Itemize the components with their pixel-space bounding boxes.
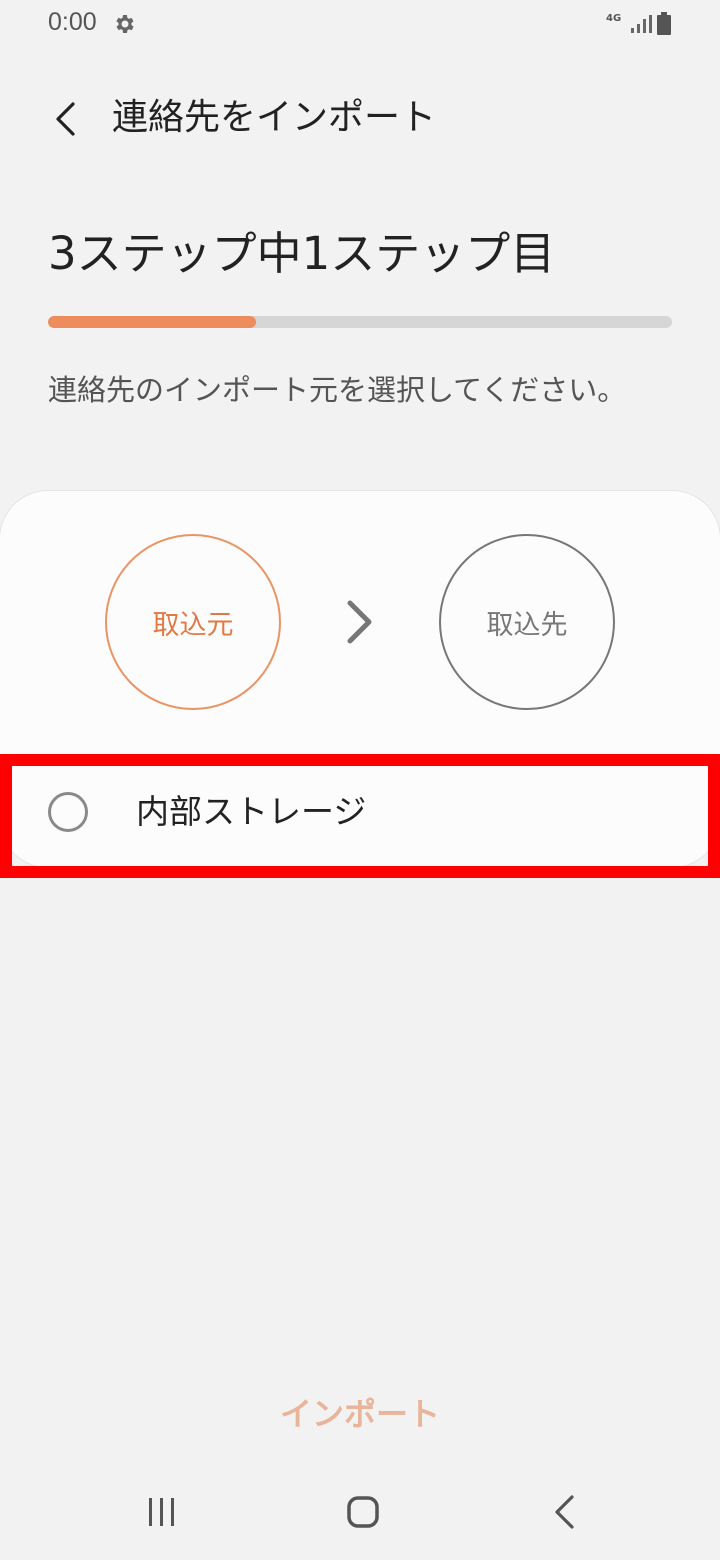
chevron-left-icon: [56, 102, 75, 136]
target-step-label: 取込先: [486, 609, 568, 641]
network-type: 4G: [606, 13, 622, 24]
status-time: 0:00: [48, 8, 97, 36]
import-button[interactable]: インポート: [210, 1382, 510, 1442]
option-label: 内部ストレージ: [136, 792, 367, 831]
battery-icon: [657, 12, 671, 35]
step-progress-fill: [48, 316, 256, 328]
source-step-circle: 取込元: [105, 534, 281, 710]
radio-button[interactable]: [48, 792, 88, 832]
step-title: 3ステップ中1ステップ目: [48, 227, 556, 280]
chevron-right-icon: [347, 600, 372, 644]
signal-icon: [631, 15, 652, 33]
status-bar: 0:00 4G: [0, 0, 720, 50]
step-progress-bar: [48, 316, 672, 328]
home-icon[interactable]: [346, 1495, 380, 1529]
navigation-bar: [0, 1470, 720, 1560]
recent-apps-icon[interactable]: [146, 1496, 178, 1528]
instruction-text: 連絡先のインポート元を選択してください。: [48, 373, 627, 407]
target-step-circle: 取込先: [439, 534, 615, 710]
back-button[interactable]: [40, 94, 90, 144]
back-icon[interactable]: [552, 1494, 576, 1530]
page-title: 連絡先をインポート: [112, 97, 437, 138]
app-bar: 連絡先をインポート: [0, 80, 720, 160]
gear-icon: [116, 15, 134, 33]
source-step-label: 取込元: [152, 609, 234, 641]
option-internal-storage[interactable]: 内部ストレージ: [12, 766, 708, 866]
